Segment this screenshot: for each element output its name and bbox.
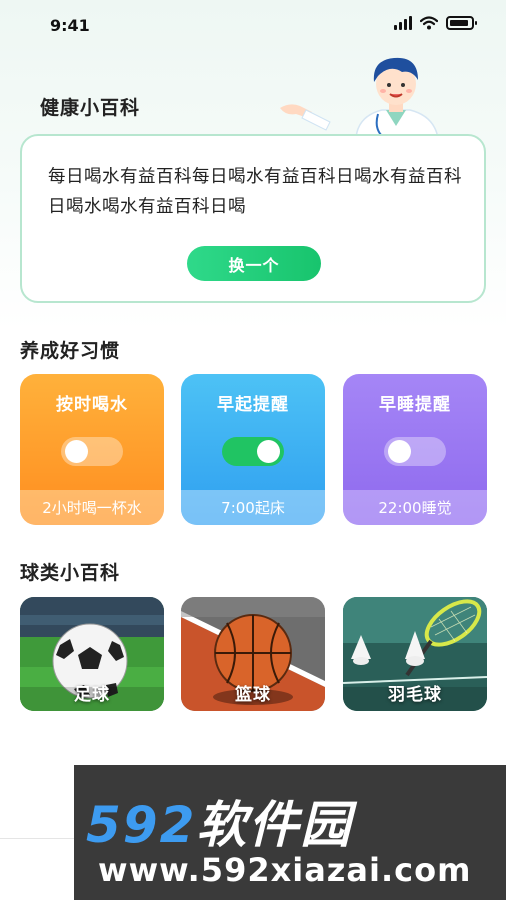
status-bar: 9:41 <box>0 0 506 48</box>
habit-card-early-sleep[interactable]: 早睡提醒 22:00睡觉 <box>343 374 487 525</box>
toggle-knob <box>257 440 280 463</box>
toggle-knob <box>65 440 88 463</box>
ball-label: 足球 <box>74 685 110 705</box>
habit-subtitle: 2小时喝一杯水 <box>20 490 164 525</box>
status-icons <box>394 16 477 30</box>
swap-tip-button[interactable]: 换一个 <box>187 246 321 281</box>
watermark-logo-text: 软件园 <box>196 796 353 854</box>
toggle-knob <box>388 440 411 463</box>
doctor-illustration <box>280 57 439 138</box>
battery-icon <box>446 16 477 30</box>
habit-subtitle: 7:00起床 <box>181 490 325 525</box>
watermark-url: www.592xiazai.com <box>98 851 472 889</box>
wifi-icon <box>420 16 438 30</box>
watermark-logo: 592软件园 <box>86 785 352 857</box>
habit-subtitle: 22:00睡觉 <box>343 490 487 525</box>
water-reminder-toggle[interactable] <box>61 437 123 466</box>
habit-title: 早睡提醒 <box>379 395 451 415</box>
health-tip-card: 每日喝水有益百科每日喝水有益百科日喝水有益百科日喝水喝水有益百科日喝 换一个 <box>20 134 486 303</box>
balls-section-title: 球类小百科 <box>20 562 121 584</box>
habits-section-title: 养成好习惯 <box>20 340 121 362</box>
ball-card-soccer[interactable]: 足球 <box>20 597 164 711</box>
habit-title: 按时喝水 <box>56 395 128 415</box>
ball-card-badminton[interactable]: 羽毛球 <box>343 597 487 711</box>
habit-card-early-rise[interactable]: 早起提醒 7:00起床 <box>181 374 325 525</box>
watermark-logo-number: 592 <box>86 796 197 854</box>
early-rise-toggle[interactable] <box>222 437 284 466</box>
habit-title: 早起提醒 <box>217 395 289 415</box>
signal-icon <box>394 16 412 30</box>
ball-label: 羽毛球 <box>388 685 442 705</box>
watermark-overlay: 592软件园 www.592xiazai.com <box>74 765 506 900</box>
early-sleep-toggle[interactable] <box>384 437 446 466</box>
ball-label: 篮球 <box>235 685 271 705</box>
health-tip-text: 每日喝水有益百科每日喝水有益百科日喝水有益百科日喝水喝水有益百科日喝 <box>48 167 462 217</box>
status-time: 9:41 <box>50 16 90 35</box>
bottom-divider <box>0 838 74 839</box>
health-section-title: 健康小百科 <box>40 97 141 119</box>
habit-card-water[interactable]: 按时喝水 2小时喝一杯水 <box>20 374 164 525</box>
ball-card-basketball[interactable]: 篮球 <box>181 597 325 711</box>
